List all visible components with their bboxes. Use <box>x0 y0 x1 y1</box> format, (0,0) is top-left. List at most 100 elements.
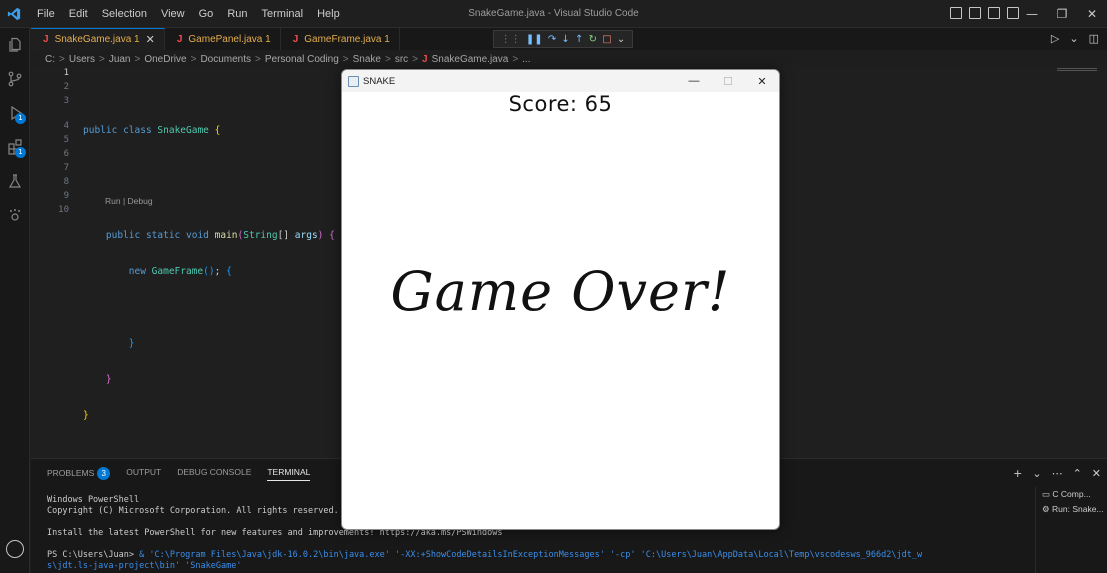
menu-terminal[interactable]: Terminal <box>255 0 311 28</box>
java-file-icon: J <box>176 33 183 45</box>
editor-actions: ▷ ⌄ ◫ <box>1051 32 1099 45</box>
maximize-panel-icon[interactable]: ⌃ <box>1073 467 1082 480</box>
chevron-right-icon: > <box>59 53 65 65</box>
keyword: public <box>83 125 118 136</box>
tab-problems[interactable]: PROBLEMS 3 <box>47 467 111 481</box>
terminal-blank <box>47 539 1037 550</box>
line-number: 9 <box>63 191 69 201</box>
terminal-item-run[interactable]: ⚙ Run: Snake... <box>1036 502 1107 517</box>
tab-gameframe[interactable]: J GameFrame.java 1 <box>281 28 400 50</box>
menu-go[interactable]: Go <box>192 0 221 28</box>
testing-icon[interactable] <box>0 164 30 198</box>
step-over-icon[interactable]: ↷ <box>548 34 556 45</box>
step-into-icon[interactable]: ↓ <box>561 34 569 45</box>
step-out-icon[interactable]: ↑ <box>575 34 583 45</box>
terminal-command-wrap: s\jdt.ls-java-project\bin' 'SnakeGame' <box>47 561 242 571</box>
window-controls: — ❐ ✕ <box>1017 0 1107 28</box>
drag-handle-icon[interactable]: ⋮⋮ <box>501 34 521 45</box>
tab-output[interactable]: OUTPUT <box>126 467 161 481</box>
explorer-icon[interactable] <box>0 28 30 62</box>
snake-minimize-icon[interactable]: — <box>677 70 711 92</box>
pause-icon[interactable]: ❚❚ <box>526 34 543 45</box>
run-debug-icon[interactable]: 1 <box>0 96 30 130</box>
line-number: 1 <box>63 68 69 78</box>
chevron-right-icon: > <box>134 53 141 65</box>
brace: } <box>128 338 135 349</box>
keyword: public <box>105 230 141 241</box>
tab-snakegame[interactable]: J SnakeGame.java 1 ✕ <box>31 28 165 50</box>
chevron-right-icon: > <box>255 53 261 65</box>
java-projects-icon[interactable] <box>0 198 30 232</box>
terminal-command: & 'C:\Program Files\Java\jdk-16.0.2\bin\… <box>139 550 923 560</box>
code-line-4: public static void main(String[] args) { <box>83 229 335 243</box>
chevron-down-icon[interactable]: ⌄ <box>617 34 625 45</box>
breadcrumb-item[interactable]: ... <box>522 54 530 65</box>
close-window-icon[interactable]: ✕ <box>1077 0 1107 28</box>
chevron-down-icon[interactable]: ⌄ <box>1032 467 1041 480</box>
terminal-prompt: PS C:\Users\Juan> <box>47 550 140 560</box>
breadcrumb-item[interactable]: Documents <box>200 54 251 65</box>
menu-help[interactable]: Help <box>310 0 347 28</box>
code-line-5: new GameFrame(); { <box>83 265 335 279</box>
breadcrumb-item[interactable]: Users <box>69 54 95 65</box>
minimap[interactable] <box>1057 68 1097 74</box>
terminal-item-compile[interactable]: ▭ C Comp... <box>1036 487 1107 502</box>
snake-window-controls: — ☐ ✕ <box>677 70 779 92</box>
minimize-icon[interactable]: — <box>1017 0 1047 28</box>
tab-gamepanel[interactable]: J GamePanel.java 1 <box>165 28 281 50</box>
toggle-panel-icon[interactable] <box>969 7 981 19</box>
line-number: 6 <box>63 149 69 159</box>
function-name: main <box>214 230 238 241</box>
restart-icon[interactable]: ↻ <box>589 34 597 45</box>
code-lens-spacer <box>31 108 69 119</box>
menu-edit[interactable]: Edit <box>62 0 95 28</box>
close-panel-icon[interactable]: ✕ <box>1092 467 1101 480</box>
brace: { <box>214 125 221 136</box>
breadcrumb-item[interactable]: OneDrive <box>144 54 186 65</box>
chevron-down-icon[interactable]: ⌄ <box>1069 32 1078 45</box>
menu-run[interactable]: Run <box>220 0 254 28</box>
debug-toolbar: ⋮⋮ ❚❚ ↷ ↓ ↑ ↻ □ ⌄ <box>493 30 633 48</box>
chevron-right-icon: > <box>190 53 197 65</box>
breadcrumb-item[interactable]: src <box>395 54 408 65</box>
panel-tabs: PROBLEMS 3 OUTPUT DEBUG CONSOLE TERMINAL <box>47 467 311 481</box>
breadcrumb-item[interactable]: Juan <box>109 54 131 65</box>
tab-debug-console[interactable]: DEBUG CONSOLE <box>177 467 251 481</box>
breadcrumb-item[interactable]: C: <box>45 54 55 65</box>
snake-title-bar[interactable]: SNAKE — ☐ ✕ <box>342 70 779 92</box>
run-file-icon[interactable]: ▷ <box>1051 32 1059 45</box>
breadcrumb-item[interactable]: Personal Coding <box>265 54 339 65</box>
breadcrumb-item[interactable]: SnakeGame.java <box>432 54 509 65</box>
code-content: public class SnakeGame { Run | Debug pub… <box>83 66 335 481</box>
account-icon[interactable] <box>6 540 24 558</box>
brace: } <box>105 374 112 385</box>
restore-icon[interactable]: ❐ <box>1047 0 1077 28</box>
stop-icon[interactable]: □ <box>602 34 611 45</box>
menu-view[interactable]: View <box>154 0 192 28</box>
code-line-8: } <box>83 373 335 387</box>
keyword: void <box>186 230 209 241</box>
extensions-icon[interactable]: 1 <box>0 130 30 164</box>
tab-label: GameFrame.java 1 <box>304 33 390 45</box>
split-editor-icon[interactable]: ◫ <box>1089 32 1099 45</box>
menu-selection[interactable]: Selection <box>95 0 154 28</box>
snake-close-icon[interactable]: ✕ <box>745 70 779 92</box>
terminal-item-label: Run: Snake... <box>1052 504 1104 514</box>
more-actions-icon[interactable]: ⋯ <box>1052 467 1063 480</box>
new-terminal-icon[interactable]: + <box>1013 467 1022 480</box>
class-name: GameFrame <box>151 266 204 277</box>
source-control-icon[interactable] <box>0 62 30 96</box>
breadcrumb-item[interactable]: Snake <box>353 54 381 65</box>
toggle-secondary-sidebar-icon[interactable] <box>988 7 1000 19</box>
menu-file[interactable]: File <box>30 0 62 28</box>
line-numbers: 1 2 3 4 5 6 7 8 9 10 <box>31 66 69 217</box>
tab-terminal[interactable]: TERMINAL <box>267 467 311 481</box>
line-number: 2 <box>63 82 69 92</box>
brackets: [] <box>277 230 290 241</box>
close-tab-icon[interactable]: ✕ <box>146 33 155 46</box>
chevron-right-icon: > <box>412 53 419 65</box>
toggle-sidebar-icon[interactable] <box>950 7 962 19</box>
type-name: String <box>243 230 278 241</box>
code-lens-run-debug[interactable]: Run | Debug <box>105 196 335 207</box>
